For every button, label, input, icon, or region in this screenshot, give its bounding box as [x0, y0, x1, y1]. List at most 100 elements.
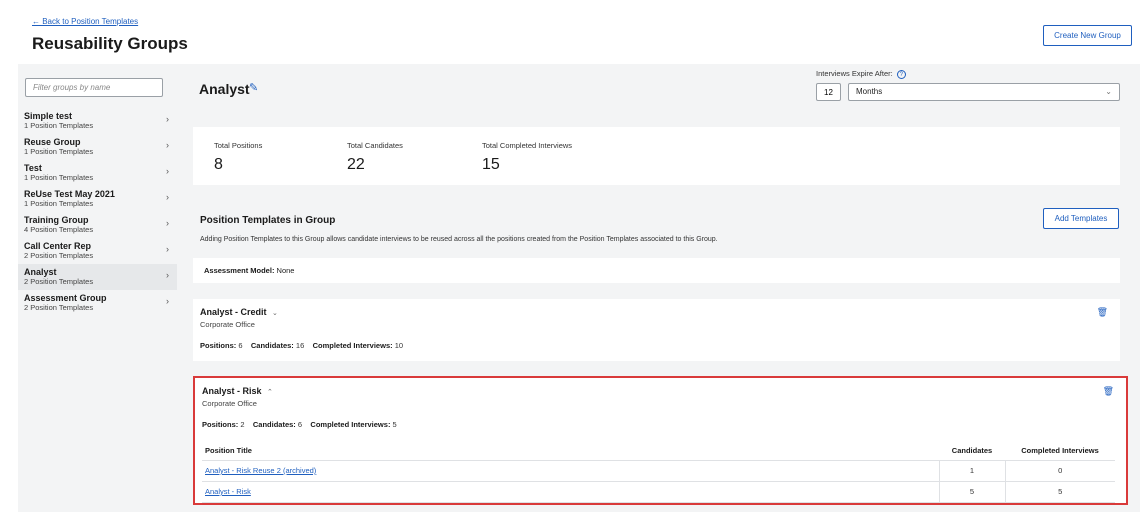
- group-template-count: 1 Position Templates: [24, 199, 94, 208]
- position-title-cell: Analyst - Risk Reuse 2 (archived): [202, 460, 939, 482]
- candidates-label: Candidates:: [252, 420, 296, 429]
- template-office: Corporate Office: [200, 320, 255, 329]
- section-description: Adding Position Templates to this Group …: [200, 236, 718, 243]
- chevron-right-icon: ›: [166, 244, 169, 254]
- template-counts: Positions: 6 Candidates: 16 Completed In…: [200, 341, 403, 350]
- expire-unit-select[interactable]: Months ⌄: [848, 83, 1120, 101]
- column-header-position-title: Position Title: [202, 442, 939, 461]
- candidates-value: 16: [295, 341, 305, 350]
- group-template-count: 4 Position Templates: [24, 225, 94, 234]
- expire-label-text: Interviews Expire After:: [816, 69, 893, 78]
- group-list: Simple test 1 Position Templates › Reuse…: [18, 108, 177, 316]
- completed-interviews-cell: 0: [1004, 460, 1115, 482]
- stats-card: Total Positions 8 Total Candidates 22 To…: [193, 127, 1120, 185]
- group-template-count: 2 Position Templates: [24, 251, 94, 260]
- chevron-right-icon: ›: [166, 140, 169, 150]
- chevron-up-icon: ⌃: [267, 389, 273, 396]
- chevron-right-icon: ›: [166, 270, 169, 280]
- group-template-count: 1 Position Templates: [24, 173, 94, 182]
- add-templates-button[interactable]: Add Templates: [1043, 208, 1119, 229]
- positions-value: 6: [238, 341, 243, 350]
- stat-total-completed-interviews: Total Completed Interviews 15: [482, 141, 572, 174]
- table-header-row: Position Title Candidates Completed Inte…: [202, 442, 1115, 461]
- stat-label: Total Candidates: [347, 141, 403, 150]
- group-name: Analyst: [24, 267, 57, 277]
- positions-table: Position Title Candidates Completed Inte…: [202, 442, 1115, 503]
- group-item-selected[interactable]: Analyst 2 Position Templates ›: [18, 264, 177, 290]
- table-row: Analyst - Risk 5 5: [202, 481, 1115, 503]
- column-header-candidates: Candidates: [939, 442, 1005, 461]
- candidates-value: 6: [297, 420, 303, 429]
- stat-value: 15: [482, 156, 500, 173]
- group-item[interactable]: Test 1 Position Templates ›: [18, 160, 177, 186]
- chevron-right-icon: ›: [166, 192, 169, 202]
- positions-label: Positions:: [200, 341, 237, 350]
- chevron-right-icon: ›: [166, 218, 169, 228]
- positions-value: 2: [240, 420, 245, 429]
- template-name-toggle[interactable]: Analyst - Risk ⌃: [202, 386, 273, 396]
- candidates-cell: 5: [938, 481, 1005, 503]
- create-new-group-button[interactable]: Create New Group: [1043, 25, 1132, 46]
- candidates-label: Candidates:: [250, 341, 294, 350]
- trash-icon[interactable]: 🗑: [1097, 307, 1108, 318]
- page-title: Reusability Groups: [32, 34, 188, 53]
- chevron-down-icon: ⌄: [1105, 87, 1112, 96]
- group-name: Reuse Group: [24, 137, 81, 147]
- group-template-count: 2 Position Templates: [24, 277, 94, 286]
- stat-label: Total Completed Interviews: [482, 141, 573, 150]
- assessment-model-card: Assessment Model: None: [193, 258, 1120, 283]
- template-name: Analyst - Credit: [200, 307, 267, 317]
- stat-total-positions: Total Positions 8: [214, 141, 262, 174]
- completed-label: Completed Interviews:: [312, 341, 393, 350]
- completed-label: Completed Interviews:: [310, 420, 391, 429]
- stat-value: 8: [214, 156, 223, 173]
- group-name: Call Center Rep: [24, 241, 92, 251]
- assessment-model-value: None: [276, 266, 295, 275]
- position-title-cell: Analyst - Risk: [202, 481, 939, 503]
- filter-groups-input[interactable]: [25, 78, 163, 97]
- position-link[interactable]: Analyst - Risk Reuse 2 (archived): [205, 466, 316, 475]
- expire-label: Interviews Expire After: ?: [816, 69, 906, 79]
- completed-value: 10: [394, 341, 404, 350]
- group-template-count: 2 Position Templates: [24, 303, 94, 312]
- candidates-cell: 1: [938, 460, 1005, 482]
- template-counts: Positions: 2 Candidates: 6 Completed Int…: [202, 420, 397, 429]
- group-item[interactable]: ReUse Test May 2021 1 Position Templates…: [18, 186, 177, 212]
- stat-value: 22: [347, 156, 365, 173]
- group-name: ReUse Test May 2021: [24, 189, 115, 199]
- template-name: Analyst - Risk: [202, 386, 262, 396]
- column-header-completed-interviews: Completed Interviews: [1005, 442, 1115, 461]
- expire-value-input[interactable]: [816, 83, 841, 101]
- group-name: Training Group: [24, 215, 89, 225]
- group-detail-panel: Analyst ✎ Interviews Expire After: ? Mon…: [177, 64, 1140, 512]
- assessment-model: Assessment Model: None: [204, 266, 294, 275]
- template-card: Analyst - Credit ⌄ Corporate Office Posi…: [193, 299, 1120, 361]
- chevron-right-icon: ›: [166, 296, 169, 306]
- table-row: Analyst - Risk Reuse 2 (archived) 1 0: [202, 460, 1115, 482]
- group-name: Test: [24, 163, 42, 173]
- edit-pencil-icon[interactable]: ✎: [249, 81, 258, 94]
- group-item[interactable]: Training Group 4 Position Templates ›: [18, 212, 177, 238]
- position-link[interactable]: Analyst - Risk: [205, 487, 251, 496]
- group-name: Assessment Group: [24, 293, 107, 303]
- group-item[interactable]: Reuse Group 1 Position Templates ›: [18, 134, 177, 160]
- template-name-toggle[interactable]: Analyst - Credit ⌄: [200, 307, 278, 317]
- chevron-right-icon: ›: [166, 166, 169, 176]
- assessment-model-label: Assessment Model:: [204, 266, 275, 275]
- group-item[interactable]: Simple test 1 Position Templates ›: [18, 108, 177, 134]
- group-item[interactable]: Assessment Group 2 Position Templates ›: [18, 290, 177, 316]
- positions-label: Positions:: [202, 420, 239, 429]
- help-icon[interactable]: ?: [896, 69, 906, 79]
- back-to-templates-link[interactable]: ← Back to Position Templates: [32, 17, 138, 26]
- stat-total-candidates: Total Candidates 22: [347, 141, 403, 174]
- group-template-count: 1 Position Templates: [24, 121, 94, 130]
- chevron-down-icon: ⌄: [272, 310, 278, 317]
- group-title: Analyst: [199, 81, 250, 97]
- template-card-expanded: Analyst - Risk ⌃ Corporate Office Positi…: [193, 376, 1128, 505]
- section-title: Position Templates in Group: [200, 215, 336, 226]
- sidebar: Simple test 1 Position Templates › Reuse…: [18, 64, 177, 512]
- group-item[interactable]: Call Center Rep 2 Position Templates ›: [18, 238, 177, 264]
- expire-unit-value: Months: [856, 87, 883, 96]
- trash-icon[interactable]: 🗑: [1103, 386, 1114, 397]
- completed-value: 5: [392, 420, 397, 429]
